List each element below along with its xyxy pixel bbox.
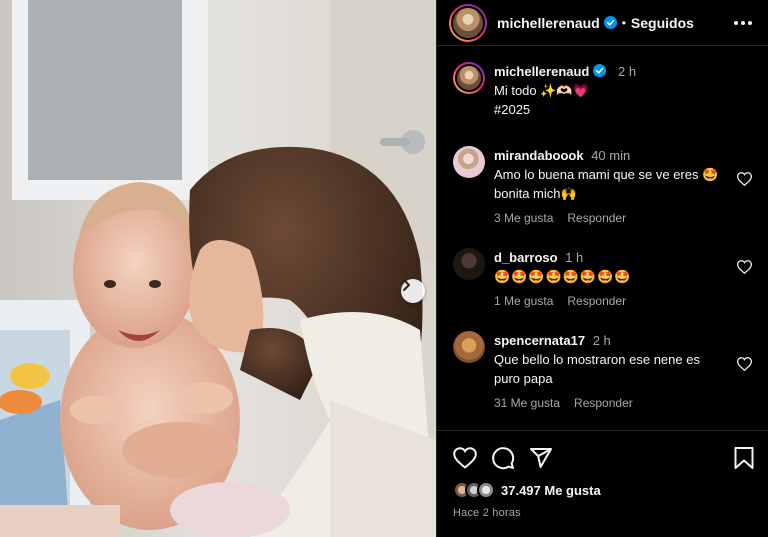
- comment-time[interactable]: 40 min: [591, 148, 630, 163]
- post-photo[interactable]: [0, 0, 436, 537]
- comment-like-heart-icon[interactable]: [736, 357, 753, 376]
- more-options-icon[interactable]: [732, 15, 754, 31]
- comment-text: Que bello lo mostraron ese nene es puro …: [494, 352, 700, 386]
- comment-likes[interactable]: 3 Me gusta: [494, 211, 553, 225]
- chevron-right-icon: [403, 279, 410, 291]
- post-details-panel: michellerenaud • Seguidos michellerenaud…: [436, 0, 768, 537]
- comment-like-heart-icon[interactable]: [736, 260, 753, 279]
- comment-like-heart-icon[interactable]: [736, 172, 753, 191]
- bookmark-icon[interactable]: [733, 446, 755, 470]
- post-header: michellerenaud • Seguidos: [437, 0, 768, 46]
- comment-likes[interactable]: 1 Me gusta: [494, 294, 553, 308]
- caption-text: Mi todo ✨🫶🏻💗: [494, 83, 589, 98]
- verified-badge-icon: [593, 64, 607, 77]
- commenter-username[interactable]: spencernata17: [494, 333, 585, 348]
- comment-item: mirandaboook 40 min Amo lo buena mami qu…: [453, 146, 754, 225]
- caption-avatar[interactable]: [453, 62, 485, 94]
- post-actions: 37.497 Me gusta Hace 2 horas: [437, 430, 768, 519]
- caption-hashtag[interactable]: #2025: [494, 100, 728, 119]
- comment-likes[interactable]: 31 Me gusta: [494, 396, 560, 410]
- commenter-avatar[interactable]: [453, 248, 485, 280]
- comment-item: d_barroso 1 h 🤩🤩🤩🤩🤩🤩🤩🤩 1 Me gusta Respon…: [453, 248, 754, 308]
- caption: michellerenaud 2 h Mi todo ✨🫶🏻💗 #2025: [453, 62, 754, 119]
- comment-text: Amo lo buena mami que se ve eres 🤩 bonit…: [494, 167, 719, 201]
- post-photo-illustration: [0, 0, 436, 537]
- comment-time[interactable]: 2 h: [593, 333, 611, 348]
- reply-button[interactable]: Responder: [574, 396, 633, 410]
- comment-bubble-icon[interactable]: [491, 446, 515, 470]
- comment-text: 🤩🤩🤩🤩🤩🤩🤩🤩: [494, 269, 632, 284]
- comment-time[interactable]: 1 h: [565, 250, 583, 265]
- comment-item: spencernata17 2 h Que bello lo mostraron…: [453, 331, 754, 410]
- next-photo-button[interactable]: [401, 279, 425, 303]
- comments-list[interactable]: michellerenaud 2 h Mi todo ✨🫶🏻💗 #2025 mi…: [437, 46, 768, 430]
- reply-button[interactable]: Responder: [567, 211, 626, 225]
- caption-username[interactable]: michellerenaud: [494, 64, 589, 79]
- following-button[interactable]: Seguidos: [631, 15, 694, 31]
- likers-avatars[interactable]: [453, 481, 495, 499]
- separator-dot: •: [621, 15, 626, 30]
- post-timestamp[interactable]: Hace 2 horas: [453, 507, 755, 519]
- instagram-post-modal: michellerenaud • Seguidos michellerenaud…: [0, 0, 768, 537]
- author-avatar[interactable]: [449, 3, 487, 42]
- author-username[interactable]: michellerenaud: [497, 15, 600, 31]
- commenter-username[interactable]: d_barroso: [494, 250, 558, 265]
- caption-time[interactable]: 2 h: [618, 64, 636, 79]
- heart-icon[interactable]: [453, 447, 477, 469]
- likes-row[interactable]: 37.497 Me gusta: [453, 481, 755, 499]
- commenter-username[interactable]: mirandaboook: [494, 148, 584, 163]
- paper-plane-icon[interactable]: [529, 446, 553, 470]
- reply-button[interactable]: Responder: [567, 294, 626, 308]
- like-count[interactable]: 37.497 Me gusta: [501, 483, 601, 498]
- commenter-avatar[interactable]: [453, 146, 485, 178]
- commenter-avatar[interactable]: [453, 331, 485, 363]
- verified-badge-icon: [603, 16, 617, 29]
